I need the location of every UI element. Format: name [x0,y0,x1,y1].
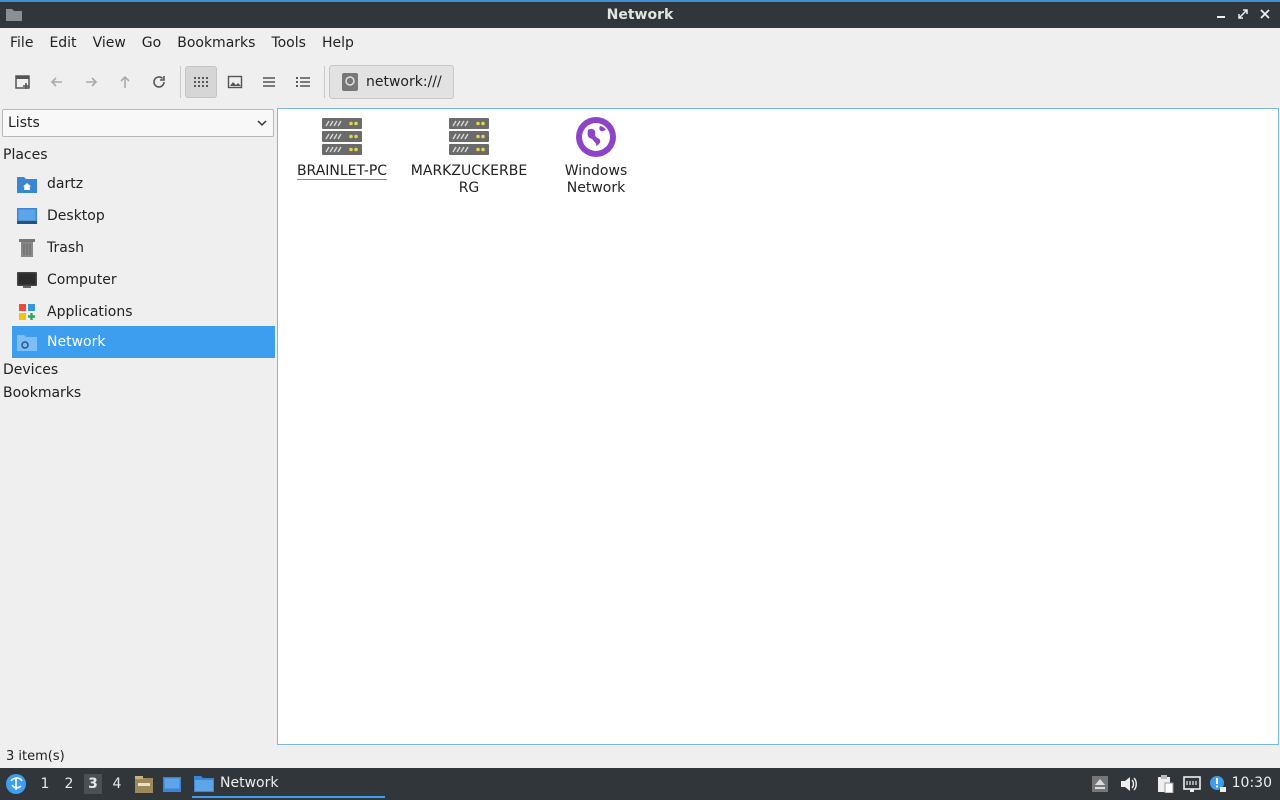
applications-icon [17,302,37,322]
new-tab-button[interactable] [7,66,39,98]
menu-bar: File Edit View Go Bookmarks Tools Help [0,28,1280,58]
title-bar: Network [0,0,1280,28]
workspace-2[interactable]: 2 [60,774,78,794]
task-label: Network [220,775,279,791]
sidebar-item-label: dartz [47,176,84,192]
sidebar-item-applications[interactable]: Applications [12,296,275,328]
grid-icon [194,77,208,87]
new-tab-icon [15,75,30,89]
server-icon [447,115,491,159]
menu-bookmarks[interactable]: Bookmarks [169,28,263,58]
folder-view[interactable]: BRAINLET-PC MARKZUCKERBERG Windows Netwo… [277,108,1279,745]
arrow-up-icon [120,75,130,88]
clock[interactable]: 10:30 [1232,775,1272,791]
toolbar-separator [324,66,325,98]
window-title: Network [606,7,674,23]
menu-view[interactable]: View [85,28,134,58]
toolbar: network:/// [0,60,1280,104]
icon-view-button[interactable] [185,66,217,98]
folder-icon [194,776,214,792]
reload-button[interactable] [143,66,175,98]
menu-help[interactable]: Help [314,28,362,58]
arrow-right-icon [86,77,98,87]
file-manager-launcher-icon[interactable] [134,774,154,794]
globe-icon [574,115,618,159]
desktop-icon [17,206,37,226]
file-item-brainlet-pc[interactable]: BRAINLET-PC [280,115,404,180]
sidebar-item-trash[interactable]: Trash [12,232,275,264]
computer-icon [17,270,37,290]
maximize-icon [1238,9,1248,19]
minimize-button[interactable] [1212,5,1230,23]
chevron-down-icon [257,120,267,127]
menu-go[interactable]: Go [134,28,169,58]
file-item-windows-network[interactable]: Windows Network [534,115,658,197]
minimize-icon [1217,16,1225,18]
detailed-view-button[interactable] [287,66,319,98]
file-item-markzuckerberg[interactable]: MARKZUCKERBERG [407,115,531,197]
compact-view-button[interactable] [253,66,285,98]
side-pane: Lists Places dartz Desktop Trash Compute… [0,107,276,747]
workspace-1[interactable]: 1 [36,774,54,794]
sidebar-item-label: Trash [47,240,84,256]
sidebar-item-label: Applications [47,304,133,320]
detailed-list-icon [296,77,310,87]
network-drive-icon [342,73,358,91]
show-desktop-icon[interactable] [162,774,182,794]
maximize-button[interactable] [1234,5,1252,23]
sidebar-item-desktop[interactable]: Desktop [12,200,275,232]
sidebar-item-label: Network [47,334,106,350]
forward-button[interactable] [75,66,107,98]
close-button[interactable] [1256,5,1274,23]
clipboard-icon[interactable] [1156,775,1174,793]
up-button[interactable] [109,66,141,98]
location-bar[interactable]: network:/// [329,65,454,99]
back-button[interactable] [41,66,73,98]
file-label: BRAINLET-PC [296,163,388,179]
workspace-3[interactable]: 3 [84,774,102,794]
sidebar-item-label: Computer [47,272,117,288]
file-label: MARKZUCKERBERG [410,163,528,196]
taskbar-task-network[interactable]: Network [192,770,385,798]
workspace-4[interactable]: 4 [108,774,126,794]
side-pane-mode-select[interactable]: Lists [2,109,274,137]
side-pane-mode-label: Lists [8,115,40,131]
toolbar-separator [180,66,181,98]
thumbnail-view-button[interactable] [219,66,251,98]
arrow-left-icon [50,77,62,87]
close-icon [1260,9,1270,19]
menu-file[interactable]: File [2,28,41,58]
location-path: network:/// [366,74,442,90]
list-icon [263,77,275,87]
menu-tools[interactable]: Tools [263,28,314,58]
trash-icon [17,238,37,258]
volume-icon[interactable] [1119,775,1137,793]
network-icon [17,332,37,352]
reload-icon [153,76,165,88]
taskbar: 1 2 3 4 Network 10:30 [0,768,1280,800]
sidebar-item-dartz[interactable]: dartz [12,168,275,200]
eject-icon[interactable] [1091,775,1109,793]
home-folder-icon [17,174,37,194]
status-bar: 3 item(s) [6,749,65,764]
update-notifier-icon[interactable] [1209,775,1227,793]
sidebar-item-computer[interactable]: Computer [12,264,275,296]
menu-edit[interactable]: Edit [41,28,84,58]
server-icon [320,115,364,159]
sidebar-item-network[interactable]: Network [12,326,275,358]
image-icon [227,75,243,89]
network-status-icon[interactable] [1183,775,1201,793]
file-label: Windows Network [564,163,628,196]
devices-header[interactable]: Devices [3,362,58,378]
sidebar-item-label: Desktop [47,208,105,224]
places-header[interactable]: Places [3,147,48,163]
start-menu-icon[interactable] [5,773,27,795]
bookmarks-header[interactable]: Bookmarks [3,385,81,401]
